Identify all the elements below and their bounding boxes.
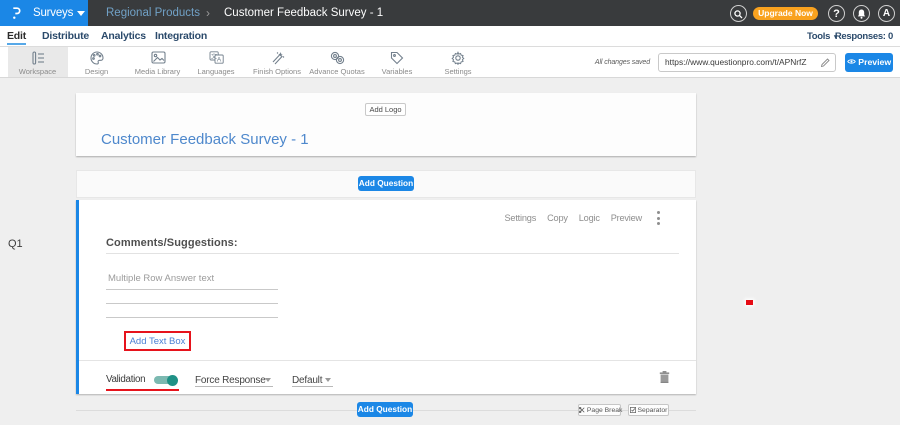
- svg-text:A: A: [217, 57, 222, 64]
